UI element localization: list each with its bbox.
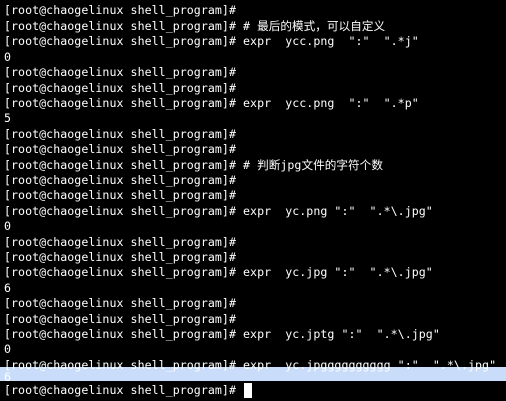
text-cursor	[244, 383, 252, 398]
terminal-window[interactable]: [root@chaogelinux shell_program]# [root@…	[0, 0, 506, 401]
terminal-line: [root@chaogelinux shell_program]# expr y…	[4, 34, 419, 48]
terminal-prompt[interactable]: [root@chaogelinux shell_program]#	[4, 380, 243, 400]
terminal-line: [root@chaogelinux shell_program]# expr y…	[4, 358, 497, 372]
terminal-line: [root@chaogelinux shell_program]# expr y…	[4, 265, 433, 279]
terminal-line: [root@chaogelinux shell_program]# expr y…	[4, 96, 419, 110]
terminal-line: [root@chaogelinux shell_program]# expr y…	[4, 204, 433, 218]
terminal-line: [root@chaogelinux shell_program]# expr y…	[4, 327, 440, 341]
